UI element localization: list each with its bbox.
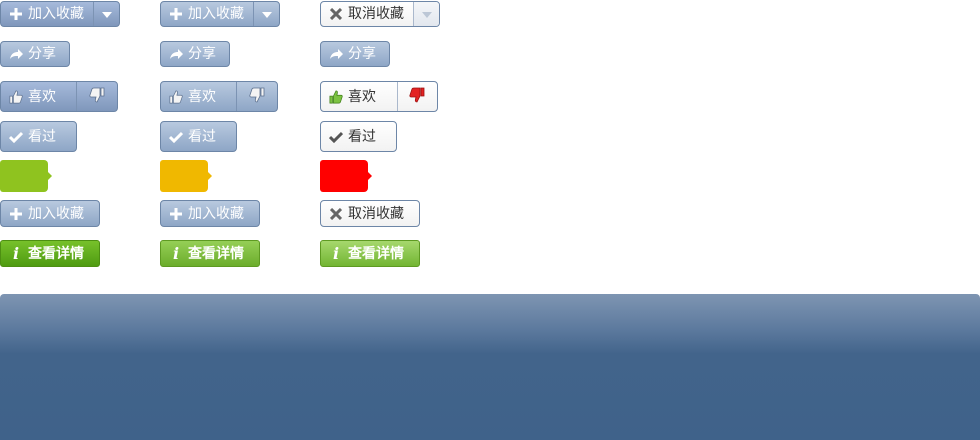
share-button-2[interactable]: 分享 — [160, 41, 230, 67]
watched-button-2[interactable]: 看过 — [160, 121, 237, 152]
plus-icon — [9, 7, 23, 21]
add-favorite-button-simple-2[interactable]: 加入收藏 — [160, 200, 260, 227]
like-button[interactable]: 喜欢 — [161, 82, 236, 111]
dropdown-toggle[interactable] — [413, 2, 439, 26]
watched-label: 看过 — [348, 128, 376, 145]
add-favorite-dropdown-button-2[interactable]: 加入收藏 — [160, 1, 280, 27]
add-favorite-button[interactable]: 加入收藏 — [1, 2, 93, 26]
cancel-favorite-button-simple[interactable]: 取消收藏 — [320, 200, 420, 227]
share-arrow-icon — [9, 47, 23, 61]
info-icon: i — [332, 244, 340, 263]
like-label: 喜欢 — [28, 88, 56, 105]
add-favorite-label: 加入收藏 — [188, 205, 244, 222]
cancel-favorite-label: 取消收藏 — [348, 205, 404, 222]
share-label: 分享 — [348, 46, 376, 62]
cancel-favorite-button[interactable]: 取消收藏 — [321, 2, 413, 26]
plus-icon — [169, 207, 183, 221]
x-icon — [329, 207, 343, 221]
details-label: 查看详情 — [348, 245, 404, 262]
details-label: 查看详情 — [188, 245, 244, 262]
watched-button-3[interactable]: 看过 — [320, 121, 397, 152]
add-favorite-label: 加入收藏 — [28, 205, 84, 222]
dislike-button[interactable] — [396, 82, 437, 111]
watched-button-1[interactable]: 看过 — [0, 121, 77, 152]
details-button-1[interactable]: i 查看详情 — [0, 240, 100, 267]
dropdown-toggle[interactable] — [93, 2, 119, 26]
details-button-3[interactable]: i 查看详情 — [320, 240, 420, 267]
add-favorite-label: 加入收藏 — [188, 6, 244, 22]
dislike-button[interactable] — [75, 82, 117, 111]
tag-green — [0, 160, 52, 192]
thumbs-up-icon — [329, 90, 343, 104]
thumbs-up-icon — [169, 90, 183, 104]
like-label: 喜欢 — [188, 88, 216, 105]
like-button[interactable]: 喜欢 — [1, 82, 76, 111]
thumbs-down-icon — [89, 87, 105, 107]
cancel-favorite-label: 取消收藏 — [348, 6, 404, 22]
plus-icon — [169, 7, 183, 21]
dislike-button[interactable] — [235, 82, 277, 111]
checkmark-icon — [329, 130, 343, 144]
details-label: 查看详情 — [28, 245, 84, 262]
share-button-1[interactable]: 分享 — [0, 41, 70, 67]
share-arrow-icon — [329, 47, 343, 61]
dropdown-toggle[interactable] — [253, 2, 279, 26]
share-button-3[interactable]: 分享 — [320, 41, 390, 67]
add-favorite-button[interactable]: 加入收藏 — [161, 2, 253, 26]
checkmark-icon — [169, 130, 183, 144]
watched-label: 看过 — [28, 128, 56, 145]
caret-down-icon — [261, 6, 272, 22]
checkmark-icon — [9, 130, 23, 144]
tag-yellow — [160, 160, 212, 192]
tag-red — [320, 160, 372, 192]
share-arrow-icon — [169, 47, 183, 61]
x-icon — [329, 7, 343, 21]
thumbs-down-icon — [249, 87, 265, 107]
thumbs-up-icon — [9, 90, 23, 104]
share-label: 分享 — [188, 46, 216, 62]
add-favorite-label: 加入收藏 — [28, 6, 84, 22]
share-label: 分享 — [28, 46, 56, 62]
info-icon: i — [12, 244, 20, 263]
caret-down-icon — [421, 6, 432, 22]
details-button-2[interactable]: i 查看详情 — [160, 240, 260, 267]
plus-icon — [9, 207, 23, 221]
like-dislike-group-3: 喜欢 — [320, 81, 438, 112]
add-favorite-dropdown-button-1[interactable]: 加入收藏 — [0, 1, 120, 27]
info-icon: i — [172, 244, 180, 263]
caret-down-icon — [101, 6, 112, 22]
cancel-favorite-dropdown-button[interactable]: 取消收藏 — [320, 1, 440, 27]
like-dislike-group-2: 喜欢 — [160, 81, 278, 112]
add-favorite-button-simple-1[interactable]: 加入收藏 — [0, 200, 100, 227]
like-label: 喜欢 — [348, 88, 376, 105]
like-button[interactable]: 喜欢 — [321, 82, 397, 111]
like-dislike-group-1: 喜欢 — [0, 81, 118, 112]
watched-label: 看过 — [188, 128, 216, 145]
thumbs-down-icon — [409, 87, 425, 107]
banner-panel — [0, 294, 980, 440]
